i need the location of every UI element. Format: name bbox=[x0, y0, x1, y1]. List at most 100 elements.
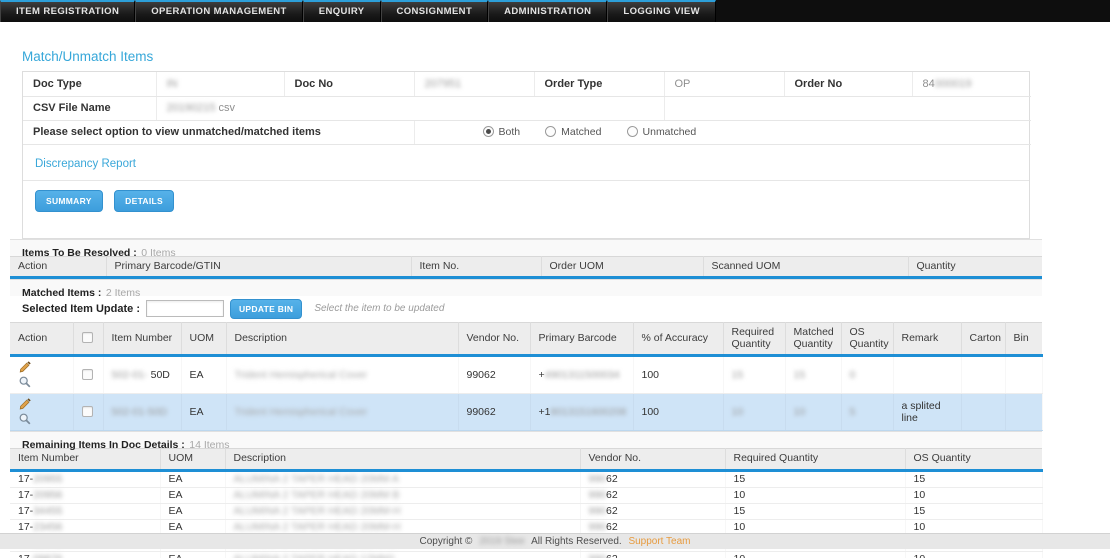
nav-tab-item-registration[interactable]: ITEM REGISTRATION bbox=[0, 0, 136, 22]
matched-row-1-vendor: 99062 bbox=[458, 355, 530, 394]
csv-file-name-label: CSV File Name bbox=[23, 96, 157, 121]
select-all-checkbox[interactable] bbox=[81, 332, 93, 344]
matched-section-title: Matched Items : bbox=[22, 287, 102, 299]
selected-item-update-row: Selected Item Update : UPDATE BIN Select… bbox=[10, 296, 1042, 322]
csv-row-empty-cell bbox=[664, 96, 1031, 121]
nav-tab-consignment[interactable]: CONSIGNMENT bbox=[380, 0, 489, 22]
radio-both-label[interactable]: Both bbox=[499, 126, 521, 138]
matched-row-1-remark bbox=[893, 355, 961, 394]
matched-header-select-all bbox=[73, 322, 104, 357]
resolve-header-quantity: Quantity bbox=[908, 255, 1042, 279]
details-button[interactable]: DETAILS bbox=[114, 189, 174, 212]
remaining-section-count: 14 Items bbox=[189, 439, 230, 451]
csv-file-name-value: 20190215 csv bbox=[156, 96, 665, 121]
matched-header-required-qty: Required Quantity bbox=[723, 322, 786, 357]
view-option-label: Please select option to view unmatched/m… bbox=[23, 120, 415, 145]
resolve-header-item-no: Item No. bbox=[411, 255, 542, 279]
matched-row-1: 502-01- 50D EA Trident Hemispherical Cov… bbox=[10, 355, 1042, 394]
document-form-panel: Doc Type IN Doc No 207951 Order Type OP … bbox=[22, 71, 1031, 239]
matched-row-1-os-qty: 0 bbox=[841, 355, 893, 394]
matched-header-action: Action bbox=[10, 322, 74, 357]
nav-tab-operation-management[interactable]: OPERATION MANAGEMENT bbox=[135, 0, 303, 22]
matched-row-1-barcode: +4901311500034 bbox=[530, 355, 633, 394]
nav-tab-administration[interactable]: ADMINISTRATION bbox=[488, 0, 608, 22]
matched-header-uom: UOM bbox=[181, 322, 227, 357]
copyright-prefix: Copyright © bbox=[419, 536, 473, 547]
remaining-header-required-qty: Required Quantity bbox=[725, 448, 906, 472]
doc-type-value: IN bbox=[166, 77, 178, 90]
discrepancy-report-link[interactable]: Discrepancy Report bbox=[35, 158, 136, 170]
resolve-section-title: Items To Be Resolved : bbox=[22, 246, 137, 259]
doc-no-value: 207951 bbox=[424, 77, 462, 90]
matched-header-bin: Bin bbox=[1005, 322, 1042, 357]
top-navbar: ITEM REGISTRATION OPERATION MANAGEMENT E… bbox=[0, 0, 1110, 22]
remaining-row: 17-34455 EA ALUMINA 2 TAPER HEAD 20MM-H … bbox=[10, 503, 1042, 520]
remaining-header-description: Description bbox=[225, 448, 581, 472]
matched-header-description: Description bbox=[226, 322, 459, 357]
order-type-value: OP bbox=[664, 72, 785, 97]
view-option-radios: Both Matched Unmatched bbox=[414, 120, 1031, 145]
radio-unmatched[interactable] bbox=[626, 126, 638, 137]
doc-type-label: Doc Type bbox=[23, 72, 157, 97]
matched-row-2-actions bbox=[10, 393, 73, 431]
remaining-section-bar: Remaining Items In Doc Details : 14 Item… bbox=[10, 431, 1042, 451]
remaining-section-title: Remaining Items In Doc Details : bbox=[22, 439, 185, 451]
main-content: Match/Unmatch Items Doc Type IN Doc No 2… bbox=[10, 49, 1042, 558]
matched-header-accuracy: % of Accuracy bbox=[633, 322, 724, 357]
matched-row-2-remark: a splited line bbox=[893, 393, 961, 431]
resolve-section-bar: Items To Be Resolved : 0 Items bbox=[10, 238, 1042, 259]
order-no-label: Order No bbox=[784, 72, 913, 97]
matched-row-2-item-number: 502-01-50D bbox=[103, 393, 181, 431]
matched-row-1-description: Trident Hemispherical Cover bbox=[226, 355, 458, 394]
radio-matched[interactable] bbox=[545, 126, 557, 137]
matched-row-1-actions bbox=[10, 355, 73, 394]
selected-item-update-input[interactable] bbox=[145, 300, 224, 317]
view-icon[interactable] bbox=[18, 412, 33, 427]
matched-table: Action Item Number UOM Description Vendo… bbox=[10, 322, 1043, 431]
matched-row-1-accuracy: 100 bbox=[633, 355, 723, 394]
page-title: Match/Unmatch Items bbox=[22, 49, 154, 64]
nav-tab-logging-view[interactable]: LOGGING VIEW bbox=[607, 0, 716, 22]
navbar-filler bbox=[715, 0, 1110, 22]
update-bin-button[interactable]: UPDATE BIN bbox=[229, 298, 303, 319]
radio-unmatched-label[interactable]: Unmatched bbox=[643, 126, 697, 138]
update-hint-text: Select the item to be updated bbox=[314, 303, 445, 314]
view-icon[interactable] bbox=[18, 375, 33, 390]
copyright-owner: 2019 Stee bbox=[479, 536, 525, 547]
matched-header-remark: Remark bbox=[893, 322, 962, 357]
matched-row-2-description: Trident Hemispherical Cover bbox=[226, 393, 458, 431]
resolve-header-scanned-uom: Scanned UOM bbox=[703, 255, 909, 279]
matched-row-1-bin bbox=[1005, 355, 1042, 394]
matched-row-2-barcode: +18013151600208 bbox=[530, 393, 633, 431]
radio-matched-label[interactable]: Matched bbox=[561, 126, 601, 138]
support-team-link[interactable]: Support Team bbox=[628, 536, 690, 547]
edit-icon[interactable] bbox=[18, 397, 33, 412]
matched-header-os-qty: OS Quantity bbox=[841, 322, 894, 357]
matched-row-2-accuracy: 100 bbox=[633, 393, 723, 431]
page-footer: Copyright © 2019 Stee All Rights Reserve… bbox=[0, 533, 1110, 549]
matched-row-2-required-qty: 10 bbox=[723, 393, 785, 431]
doc-no-label: Doc No bbox=[284, 72, 415, 97]
matched-row-1-required-qty: 15 bbox=[723, 355, 785, 394]
nav-tab-enquiry[interactable]: ENQUIRY bbox=[302, 0, 381, 22]
remaining-header-vendor-no: Vendor No. bbox=[580, 448, 726, 472]
discrepancy-report-row: Discrepancy Report bbox=[23, 145, 1029, 181]
remaining-row: 17-20955 EA ALUMINA 2 TAPER HEAD 20MM A … bbox=[10, 470, 1042, 488]
matched-row-2: 502-01-50D EA Trident Hemispherical Cove… bbox=[10, 393, 1042, 431]
order-no-value: 84000019 bbox=[912, 72, 1031, 97]
matched-section-bar: Matched Items : 2 Items bbox=[10, 279, 1042, 299]
remaining-row: 17-20956 EA ALUMINA 2 TAPER HEAD 20MM B … bbox=[10, 487, 1042, 504]
radio-both[interactable] bbox=[482, 126, 494, 137]
matched-row-1-uom: EA bbox=[181, 355, 226, 394]
matched-row-1-matched-qty: 15 bbox=[785, 355, 841, 394]
matched-header-carton: Carton bbox=[961, 322, 1006, 357]
summary-button[interactable]: SUMMARY bbox=[35, 189, 103, 212]
matched-row-2-checkbox[interactable] bbox=[81, 406, 93, 417]
matched-row-2-os-qty: 5 bbox=[841, 393, 893, 431]
edit-icon[interactable] bbox=[18, 360, 33, 375]
order-type-label: Order Type bbox=[534, 72, 665, 97]
matched-row-1-carton bbox=[961, 355, 1005, 394]
resolve-header-barcode: Primary Barcode/GTIN bbox=[106, 255, 412, 279]
matched-row-2-uom: EA bbox=[181, 393, 226, 431]
matched-row-1-checkbox[interactable] bbox=[81, 369, 93, 380]
